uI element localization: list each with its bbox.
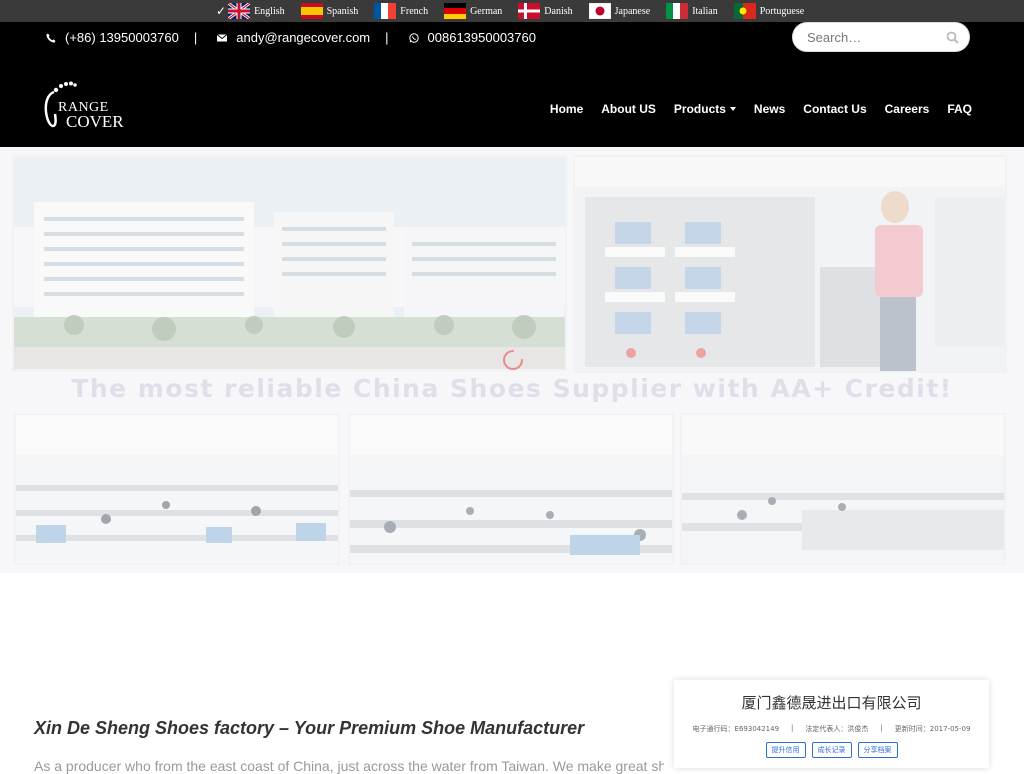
search-icon[interactable] (946, 31, 959, 44)
improve-credit-button[interactable]: 提升信用 (765, 742, 806, 758)
workshop-photo-3 (680, 413, 1006, 565)
language-bar: ✓ English Spanish French German Danish J… (0, 0, 1024, 22)
share-profile-button[interactable]: 分享档案 (857, 742, 898, 758)
italy-flag-icon (666, 3, 689, 19)
lang-label: English (254, 5, 285, 17)
lang-italian[interactable]: Italian (666, 3, 718, 19)
nav-news[interactable]: News (754, 102, 785, 116)
lang-french[interactable]: French (374, 3, 428, 19)
factory-building-photo (12, 155, 567, 371)
nav-faq[interactable]: FAQ (947, 102, 972, 116)
germany-flag-icon (444, 3, 467, 19)
caret-down-icon (729, 107, 736, 111)
search-input[interactable] (805, 29, 939, 46)
separator: | (385, 30, 389, 45)
lang-label: Portuguese (759, 5, 805, 17)
email-address: andy@rangecover.com (236, 30, 371, 45)
lang-label: German (470, 5, 503, 17)
certificate-code: 电子通行码：E693042149 (692, 725, 780, 733)
separator: | (193, 30, 198, 45)
certificate-meta: 电子通行码：E693042149 | 法定代表人：洪俊杰 | 更新时间：2017… (674, 724, 989, 734)
lang-label: Japanese (614, 5, 651, 17)
main-nav: Home About US Products News Contact Us C… (532, 102, 972, 116)
nav-contact-us[interactable]: Contact Us (803, 102, 866, 116)
denmark-flag-icon (518, 3, 541, 19)
lang-spanish[interactable]: Spanish (300, 3, 359, 19)
section-heading: Xin De Sheng Shoes factory – Your Premiu… (34, 718, 585, 738)
spain-flag-icon (300, 3, 323, 19)
site-header: (+86) 13950003760 | andy@rangecover.com … (0, 22, 1024, 147)
envelope-icon (217, 33, 228, 41)
credit-certificate-card[interactable]: 厦门鑫德晟进出口有限公司 电子通行码：E693042149 | 法定代表人：洪俊… (674, 680, 989, 768)
certificate-legal-rep: 法定代表人：洪俊杰 (805, 725, 869, 733)
nav-about-us[interactable]: About US (601, 102, 656, 116)
search-box (792, 22, 970, 52)
uk-flag-icon (228, 3, 251, 19)
nav-products-label: Products (673, 102, 726, 116)
lang-german[interactable]: German (444, 3, 502, 19)
lang-english[interactable]: English (228, 3, 285, 19)
meta-separator: | (880, 724, 883, 732)
certificate-buttons: 提升信用 成长记录 分享档案 (674, 742, 989, 758)
hero-banner-text: The most reliable China Shoes Supplier w… (71, 374, 953, 403)
hero-section: The most reliable China Shoes Supplier w… (0, 147, 1024, 573)
workshop-photo-1 (14, 413, 340, 565)
whatsapp-contact[interactable]: 008613950003760 (408, 30, 536, 45)
lang-portuguese[interactable]: Portuguese (733, 3, 805, 19)
meta-separator: | (791, 724, 794, 732)
intro-paragraph: As a producer who from the east coast of… (34, 758, 664, 774)
email-contact[interactable]: andy@rangecover.com (217, 30, 370, 45)
lang-label: French (400, 5, 429, 17)
phone-contact[interactable]: (+86) 13950003760 (46, 30, 179, 45)
certificate-update-time: 更新时间：2017-05-09 (894, 725, 971, 733)
workshop-photo-2 (348, 413, 674, 565)
logo-text-bottom: COVER (66, 112, 124, 131)
france-flag-icon (374, 3, 397, 19)
lang-label: Danish (544, 5, 573, 17)
nav-careers[interactable]: Careers (885, 102, 930, 116)
machinery-worker-photo (573, 155, 1007, 373)
nav-products[interactable]: Products (674, 102, 736, 116)
lang-label: Spanish (326, 5, 359, 17)
lang-danish[interactable]: Danish (518, 3, 573, 19)
phone-number: (+86) 13950003760 (65, 30, 179, 45)
certificate-company-name: 厦门鑫德晟进出口有限公司 (741, 694, 922, 712)
selected-check-icon: ✓ (216, 4, 227, 18)
loading-spinner-icon (503, 350, 523, 370)
whatsapp-number: 008613950003760 (427, 30, 536, 45)
growth-record-button[interactable]: 成长记录 (811, 742, 852, 758)
language-list: ✓ English Spanish French German Danish J… (216, 0, 820, 22)
japan-flag-icon (588, 3, 611, 19)
lang-japanese[interactable]: Japanese (588, 3, 651, 19)
site-logo[interactable]: RANGE COVER (44, 80, 128, 131)
contact-info: (+86) 13950003760 | andy@rangecover.com … (46, 30, 536, 45)
portugal-flag-icon (733, 3, 756, 19)
nav-home[interactable]: Home (550, 102, 583, 116)
phone-icon (46, 33, 56, 43)
lang-label: Italian (692, 5, 718, 17)
whatsapp-icon (408, 32, 419, 43)
